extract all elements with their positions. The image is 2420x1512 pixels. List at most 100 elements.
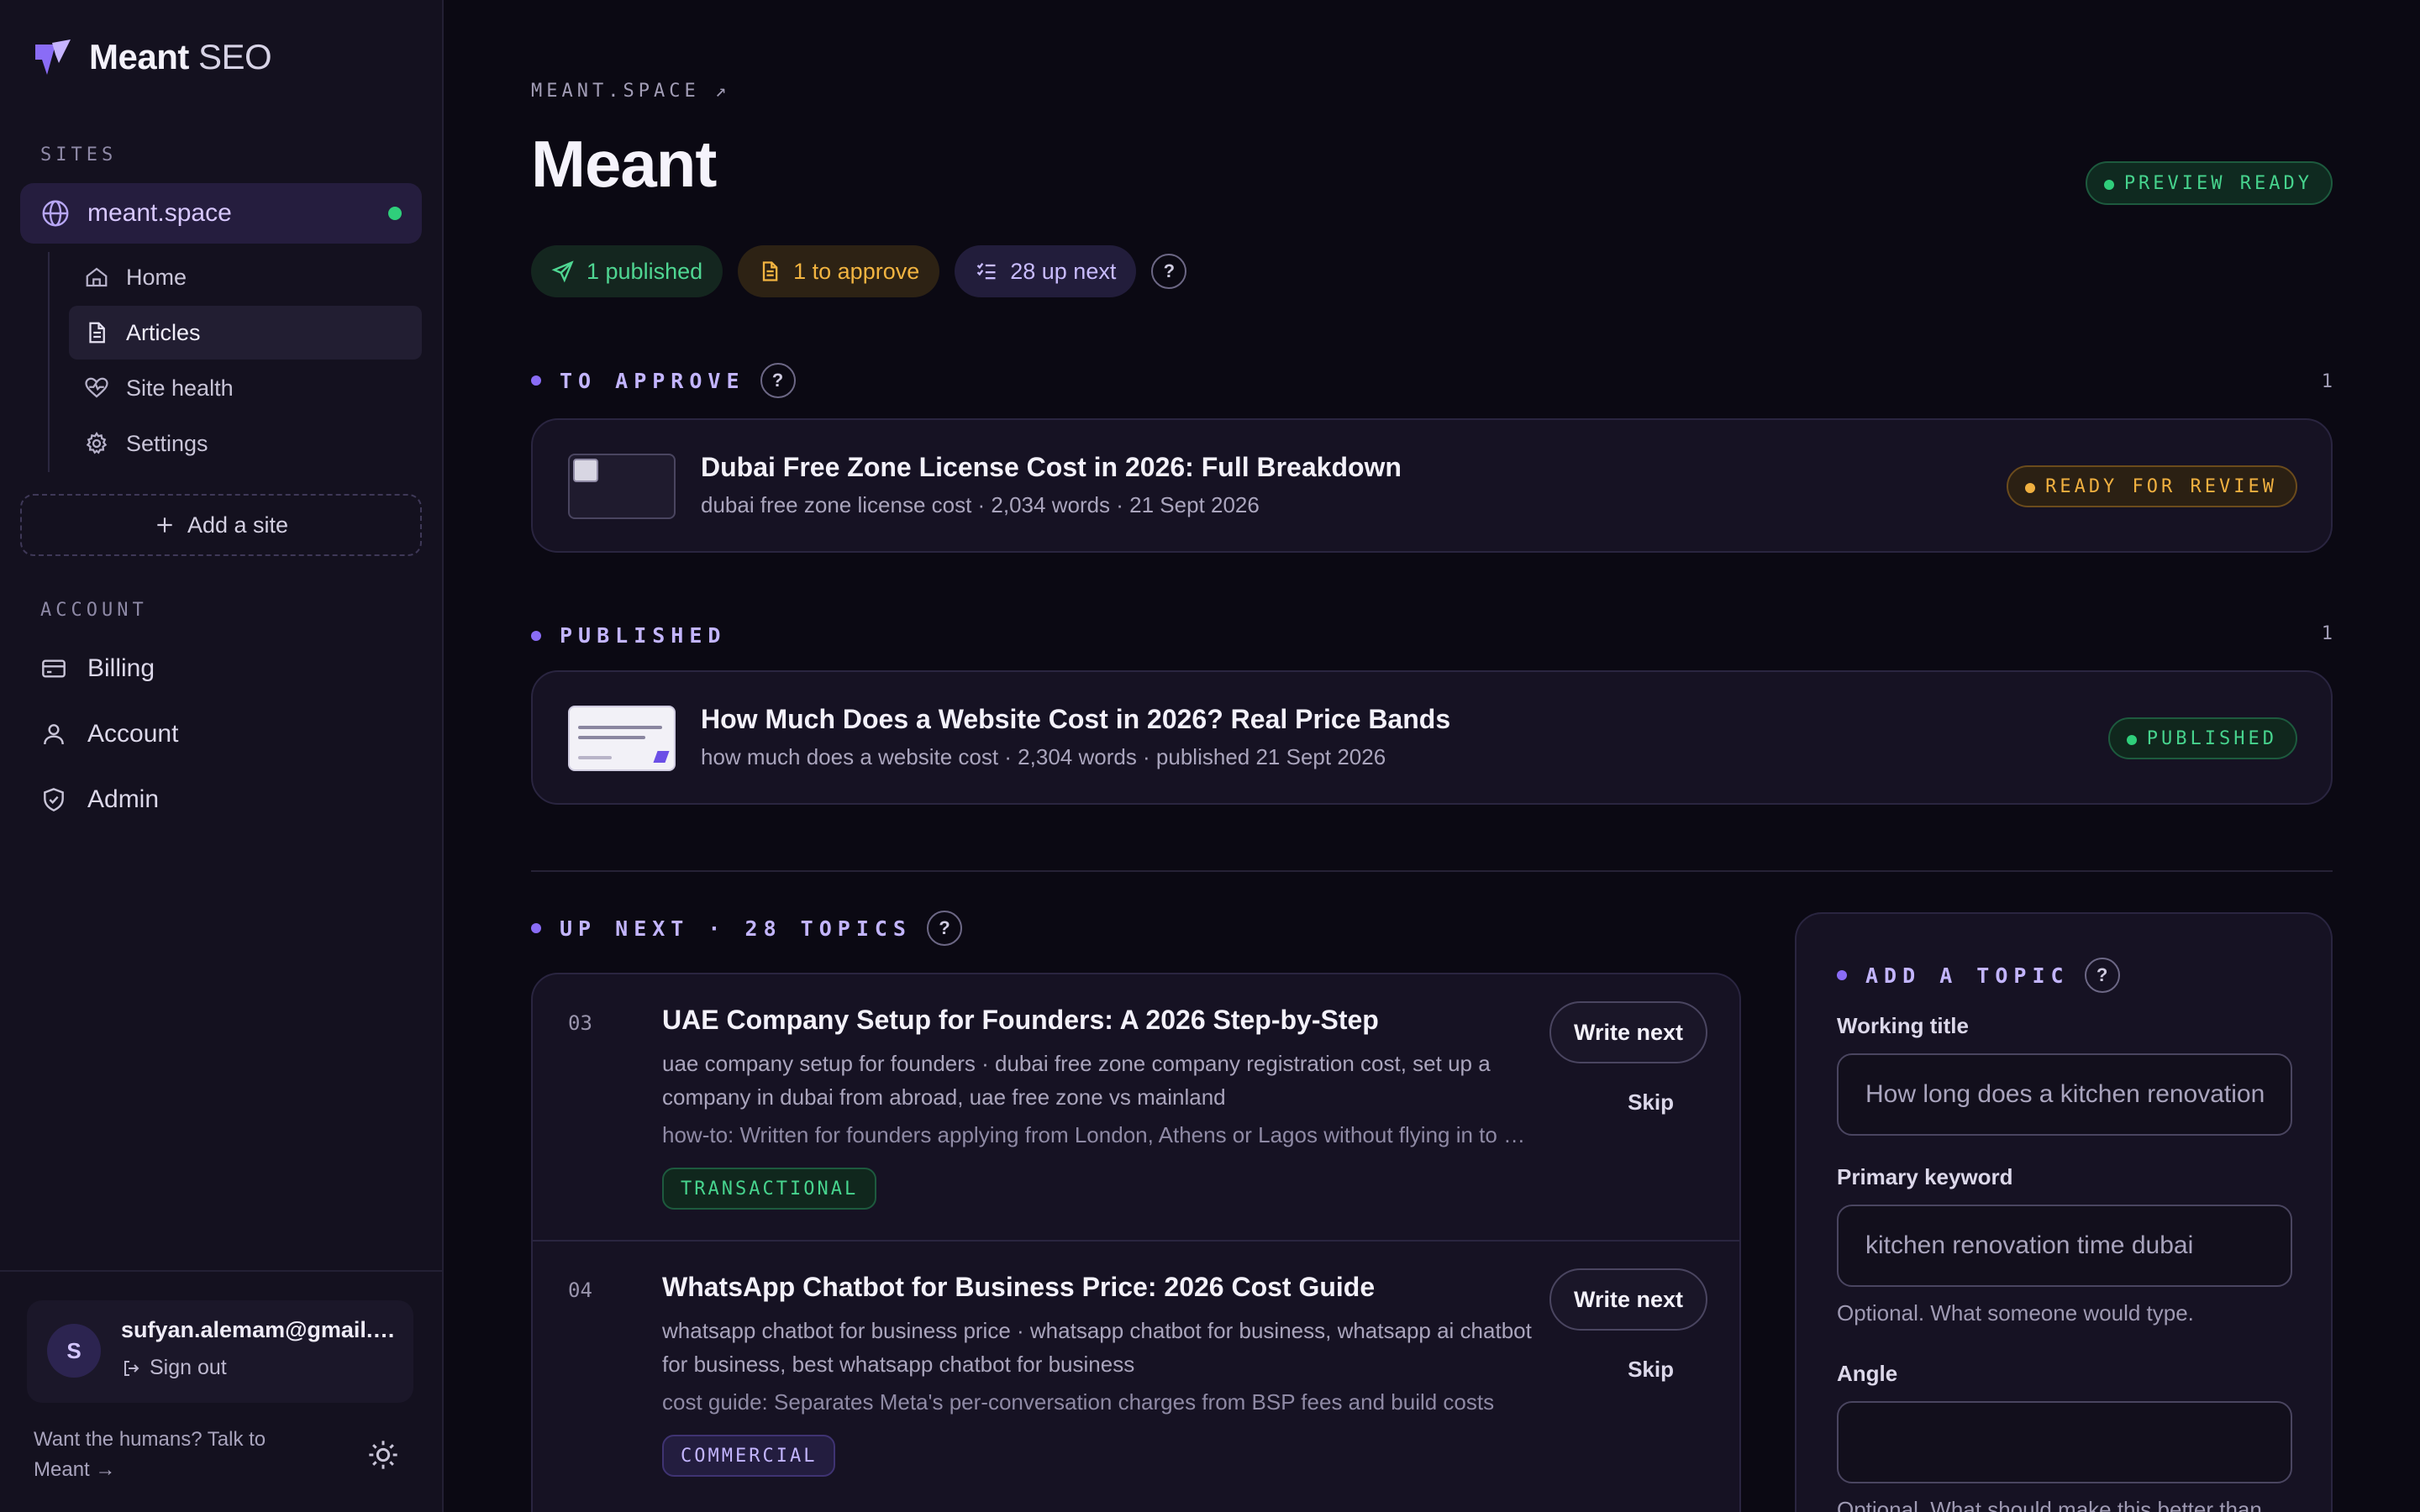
primary-keyword-input[interactable] xyxy=(1837,1205,2292,1287)
primary-keyword-label: Primary keyword xyxy=(1837,1164,2013,1189)
subnav-label: Articles xyxy=(126,319,201,345)
topic-number: 03 xyxy=(568,1011,592,1035)
article-meta: how much does a website cost · 2,304 wor… xyxy=(701,744,1386,769)
nav-label: Billing xyxy=(87,654,155,682)
send-icon xyxy=(551,260,574,283)
topic-row: 04 WhatsApp Chatbot for Business Price: … xyxy=(533,1240,1739,1505)
section-bullet xyxy=(1837,970,1847,980)
topic-note: cost guide: Separates Meta's per-convers… xyxy=(662,1389,1495,1415)
to-approve-chip[interactable]: 1 to approve xyxy=(738,245,940,297)
subnav-item-site-health[interactable]: Site health xyxy=(69,361,422,415)
sign-out-button[interactable]: Sign out xyxy=(121,1356,227,1380)
ready-for-review-badge: READY FOR REVIEW xyxy=(2007,465,2297,507)
section-bullet xyxy=(531,375,541,386)
angle-input[interactable] xyxy=(1837,1401,2292,1483)
nav-item-admin[interactable]: Admin xyxy=(40,785,159,813)
intent-tag: COMMERCIAL xyxy=(662,1435,836,1477)
up-next-heading: UP NEXT · 28 TOPICS ? xyxy=(531,911,962,946)
site-item-meant-space[interactable]: meant.space xyxy=(20,183,422,244)
plus-icon xyxy=(157,517,172,533)
help-button[interactable]: ? xyxy=(926,911,962,946)
topic-keywords: uae company setup for founders · dubai f… xyxy=(662,1051,1491,1110)
topic-title: WhatsApp Chatbot for Business Price: 202… xyxy=(662,1272,1376,1302)
sidebar-divider xyxy=(0,1270,444,1272)
nav-item-billing[interactable]: Billing xyxy=(40,654,155,682)
chip-label: 1 published xyxy=(587,258,703,284)
topic-row: 03 UAE Company Setup for Founders: A 202… xyxy=(533,974,1739,1240)
thumb-logo-mark xyxy=(653,751,670,763)
write-next-button[interactable]: Write next xyxy=(1549,1268,1707,1331)
page-title: Meant xyxy=(531,127,717,201)
help-button[interactable]: ? xyxy=(760,363,796,398)
user-icon xyxy=(44,724,64,745)
article-meta: dubai free zone license cost · 2,034 wor… xyxy=(701,492,1260,517)
nav-label: Account xyxy=(87,720,179,748)
subnav-label: Site health xyxy=(126,375,234,401)
sun-icon[interactable] xyxy=(366,1438,400,1472)
help-button[interactable]: ? xyxy=(1151,254,1187,289)
contact-humans-link[interactable]: Want the humans? Talk to Meant → xyxy=(34,1425,319,1485)
topic-number: 04 xyxy=(568,1278,592,1302)
brand-name: Meant SEO xyxy=(89,37,272,76)
checklist-icon xyxy=(976,262,996,280)
avatar[interactable]: S xyxy=(47,1324,101,1378)
site-breadcrumb-link[interactable]: MEANT.SPACE ↗ xyxy=(531,81,730,102)
article-title[interactable]: Dubai Free Zone License Cost in 2026: Fu… xyxy=(701,452,1402,483)
sites-section-label: SITES xyxy=(40,144,118,165)
write-next-button[interactable]: Write next xyxy=(1549,1001,1707,1063)
subnav-item-home[interactable]: Home xyxy=(69,250,422,304)
to-approve-count: 1 xyxy=(2321,371,2333,392)
subnav-item-articles[interactable]: Articles xyxy=(69,306,422,360)
add-topic-panel: ADD A TOPIC ? Working title Primary keyw… xyxy=(1795,912,2333,1512)
topics-list: 03 UAE Company Setup for Founders: A 202… xyxy=(531,973,1741,1512)
nav-item-account[interactable]: Account xyxy=(40,720,178,748)
account-section-label: ACCOUNT xyxy=(40,600,148,621)
thumb-line xyxy=(578,736,645,739)
subnav-guide-line xyxy=(48,252,50,472)
chip-label: 1 to approve xyxy=(793,258,920,284)
published-chip[interactable]: 1 published xyxy=(531,245,723,297)
article-card-to-approve[interactable]: Dubai Free Zone License Cost in 2026: Fu… xyxy=(531,418,2333,553)
section-title: ADD A TOPIC xyxy=(1865,963,2070,988)
meant-logo-icon xyxy=(35,39,71,75)
topic-note: how-to: Written for founders applying fr… xyxy=(662,1122,1536,1147)
heart-pulse-icon xyxy=(85,377,108,398)
section-title: PUBLISHED xyxy=(560,623,727,648)
brand[interactable]: Meant SEO xyxy=(34,37,272,77)
site-name: meant.space xyxy=(87,199,232,227)
section-bullet xyxy=(531,630,541,641)
user-email: sufyan.alemam@gmail.com xyxy=(121,1317,407,1342)
nav-label: Admin xyxy=(87,785,160,813)
up-next-chip[interactable]: 28 up next xyxy=(955,245,1137,297)
section-divider xyxy=(531,870,2333,872)
section-bullet xyxy=(531,923,541,933)
subnav-label: Home xyxy=(126,264,187,290)
globe-icon xyxy=(42,200,69,227)
help-button[interactable]: ? xyxy=(2084,958,2120,993)
skip-button[interactable]: Skip xyxy=(1549,1349,1707,1389)
published-badge: PUBLISHED xyxy=(2107,717,2297,759)
subnav-label: Settings xyxy=(126,430,208,456)
thumb-line xyxy=(578,726,662,729)
to-approve-heading: TO APPROVE ? xyxy=(531,363,796,398)
article-card-published[interactable]: How Much Does a Website Cost in 2026? Re… xyxy=(531,670,2333,805)
working-title-input[interactable] xyxy=(1837,1053,2292,1136)
published-count: 1 xyxy=(2321,623,2333,644)
keyword-hint: Optional. What someone would type. xyxy=(1837,1300,2194,1326)
user-card: S sufyan.alemam@gmail.com Sign out xyxy=(27,1300,413,1403)
site-status-dot xyxy=(388,207,402,220)
intent-tag: TRANSACTIONAL xyxy=(662,1168,877,1210)
thumb-line xyxy=(578,756,612,759)
article-title[interactable]: How Much Does a Website Cost in 2026? Re… xyxy=(701,704,1450,735)
subnav-item-settings[interactable]: Settings xyxy=(69,417,422,470)
angle-hint: Optional. What should make this better t… xyxy=(1837,1497,2262,1512)
gear-icon xyxy=(86,432,108,454)
angle-label: Angle xyxy=(1837,1361,1898,1386)
section-title: UP NEXT · 28 TOPICS xyxy=(560,916,912,941)
sign-out-label: Sign out xyxy=(150,1356,227,1379)
add-site-button[interactable]: Add a site xyxy=(20,494,422,556)
add-topic-heading: ADD A TOPIC ? xyxy=(1837,958,2120,993)
skip-button[interactable]: Skip xyxy=(1549,1082,1707,1122)
shield-icon xyxy=(44,788,64,811)
sidebar: Meant SEO SITES meant.space Home Article… xyxy=(0,0,444,1512)
